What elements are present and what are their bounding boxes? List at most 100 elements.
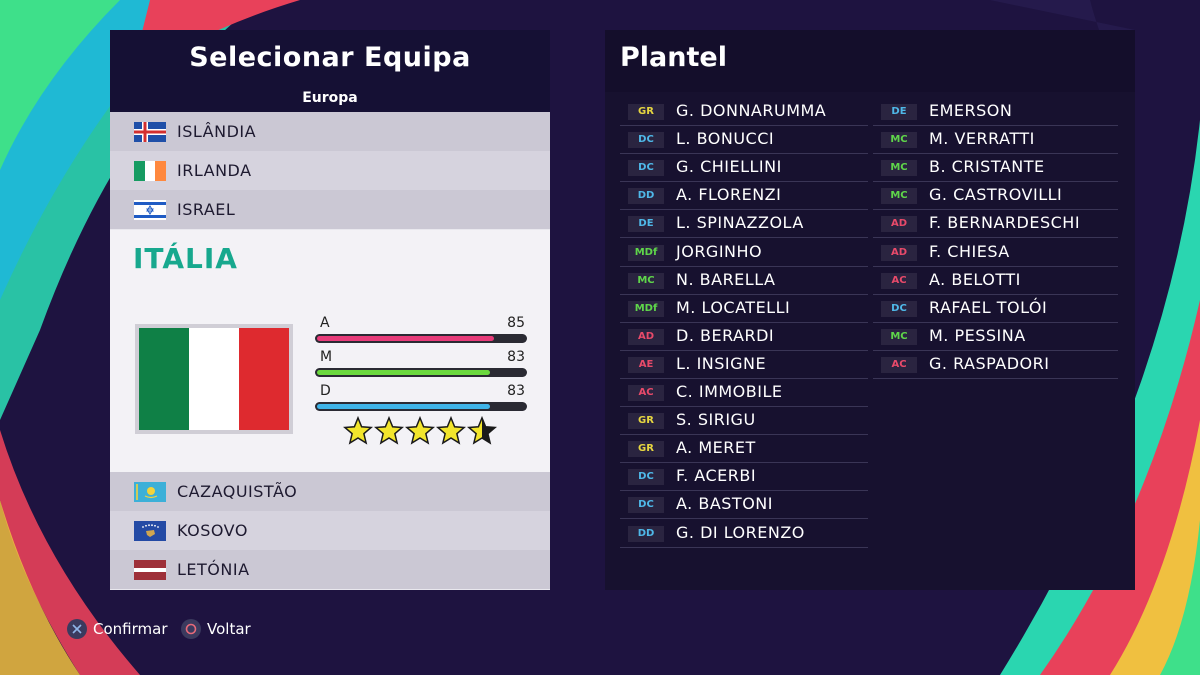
player-name: A. MERET: [676, 438, 756, 458]
position-badge: MC: [628, 272, 664, 289]
stat-midfield: M 83: [315, 349, 527, 379]
country-row-latvia[interactable]: LETÓNIA: [110, 550, 550, 589]
player-name: RAFAEL TOLÓI: [929, 297, 1048, 317]
player-row[interactable]: MC M. VERRATTI: [873, 126, 1118, 155]
player-name: G. RASPADORI: [929, 353, 1050, 373]
italy-flag-icon: [135, 324, 293, 434]
player-row[interactable]: GR A. MERET: [620, 435, 868, 464]
country-row-iceland[interactable]: ISLÂNDIA: [110, 112, 550, 151]
confirm-hint[interactable]: Confirmar: [67, 619, 167, 639]
position-badge: MDf: [628, 244, 664, 261]
country-row-ireland[interactable]: IRLANDA: [110, 151, 550, 190]
player-row[interactable]: MC B. CRISTANTE: [873, 154, 1118, 183]
position-badge: AD: [628, 328, 664, 345]
country-name: IRLANDA: [177, 161, 252, 180]
player-row[interactable]: DC G. CHIELLINI: [620, 154, 868, 183]
player-name: C. IMMOBILE: [676, 382, 783, 401]
country-name: ISLÂNDIA: [177, 122, 257, 141]
region-label[interactable]: Europa: [110, 90, 550, 106]
player-row[interactable]: MDf M. LOCATELLI: [620, 295, 868, 323]
player-name: G. CHIELLINI: [676, 157, 782, 177]
player-name: G. DI LORENZO: [676, 522, 805, 542]
player-name: G. DONNARUMMA: [676, 101, 827, 120]
player-row[interactable]: DC F. ACERBI: [620, 463, 868, 492]
player-name: F. ACERBI: [676, 466, 757, 486]
position-badge: MC: [881, 188, 917, 205]
player-row[interactable]: MC N. BARELLA: [620, 267, 868, 295]
player-row[interactable]: AC C. IMMOBILE: [620, 379, 868, 407]
squad-panel: Plantel GR G. DONNARUMMA DC L. BONUCCI DC G. …: [605, 30, 1135, 590]
iceland-flag-icon: [134, 122, 166, 142]
position-badge: AC: [881, 272, 917, 289]
back-hint[interactable]: Voltar: [181, 619, 251, 639]
player-row[interactable]: DD G. DI LORENZO: [620, 520, 868, 548]
position-badge: AC: [881, 356, 917, 373]
country-name: LETÓNIA: [177, 560, 250, 579]
player-row[interactable]: MC M. PESSINA: [873, 323, 1118, 351]
country-row-kazakhstan[interactable]: CAZAQUISTÃO: [110, 472, 550, 511]
player-name: G. CASTROVILLI: [929, 185, 1063, 205]
stat-defense: D 83: [315, 383, 527, 413]
player-name: A. FLORENZI: [676, 185, 782, 205]
stat-bar-fill: [317, 404, 490, 409]
stat-label: D: [320, 383, 331, 399]
star-icon: [343, 416, 373, 445]
position-badge: DE: [628, 216, 664, 233]
player-row[interactable]: AC G. RASPADORI: [873, 351, 1118, 379]
position-badge: DE: [881, 104, 917, 120]
star-icon: [467, 416, 497, 445]
team-select-header: Selecionar Equipa Europa: [110, 30, 550, 112]
position-badge: GR: [628, 413, 664, 430]
player-name: JORGINHO: [676, 241, 763, 261]
position-badge: DC: [628, 160, 664, 177]
circle-button-icon: [181, 619, 201, 639]
player-row[interactable]: GR G. DONNARUMMA: [620, 98, 868, 126]
kazakhstan-flag-icon: [134, 482, 166, 502]
team-select-panel: Selecionar Equipa Europa ISLÂNDIA IRLAND…: [110, 30, 550, 590]
player-name: EMERSON: [929, 101, 1013, 120]
stat-bar: [315, 368, 527, 377]
position-badge: DC: [881, 300, 917, 317]
position-badge: MC: [881, 160, 917, 177]
position-badge: DD: [628, 525, 664, 542]
player-row[interactable]: AD F. CHIESA: [873, 239, 1118, 267]
selected-team-card[interactable]: ITÁLIA A 85 M 83 D 83: [110, 230, 550, 472]
position-badge: MC: [881, 132, 917, 149]
position-badge: DC: [628, 497, 664, 514]
player-name: S. SIRIGU: [676, 410, 756, 430]
star-icon: [405, 416, 435, 445]
country-row-kosovo[interactable]: KOSOVO: [110, 511, 550, 550]
player-name: L. BONUCCI: [676, 129, 775, 149]
player-row[interactable]: AE L. INSIGNE: [620, 351, 868, 379]
stat-bar: [315, 402, 527, 411]
player-row[interactable]: MC G. CASTROVILLI: [873, 182, 1118, 211]
player-name: L. SPINAZZOLA: [676, 213, 804, 233]
stat-attack: A 85: [315, 315, 527, 345]
position-badge: GR: [628, 441, 664, 458]
player-row[interactable]: DC A. BASTONI: [620, 491, 868, 520]
player-row[interactable]: DE EMERSON: [873, 98, 1118, 126]
player-row[interactable]: GR S. SIRIGU: [620, 407, 868, 436]
player-name: N. BARELLA: [676, 269, 776, 289]
player-row[interactable]: DC L. BONUCCI: [620, 126, 868, 155]
stat-bar: [315, 334, 527, 343]
player-row[interactable]: DD A. FLORENZI: [620, 182, 868, 211]
kosovo-flag-icon: [134, 521, 166, 541]
player-row[interactable]: MDf JORGINHO: [620, 239, 868, 267]
player-row[interactable]: DE L. SPINAZZOLA: [620, 210, 868, 239]
player-row[interactable]: DC RAFAEL TOLÓI: [873, 295, 1118, 323]
star-icon: [436, 416, 466, 445]
team-select-title: Selecionar Equipa: [189, 42, 471, 73]
player-name: B. CRISTANTE: [929, 157, 1045, 177]
player-row[interactable]: AC A. BELOTTI: [873, 267, 1118, 295]
country-row-israel[interactable]: ISRAEL: [110, 190, 550, 229]
player-name: M. PESSINA: [929, 325, 1026, 345]
stat-value: 83: [507, 383, 525, 399]
latvia-flag-icon: [134, 560, 166, 580]
player-row[interactable]: AD D. BERARDI: [620, 323, 868, 351]
position-badge: MC: [881, 328, 917, 345]
player-row[interactable]: AD F. BERNARDESCHI: [873, 210, 1118, 239]
position-badge: DD: [628, 188, 664, 205]
stat-value: 83: [507, 349, 525, 365]
player-name: A. BELOTTI: [929, 269, 1021, 289]
